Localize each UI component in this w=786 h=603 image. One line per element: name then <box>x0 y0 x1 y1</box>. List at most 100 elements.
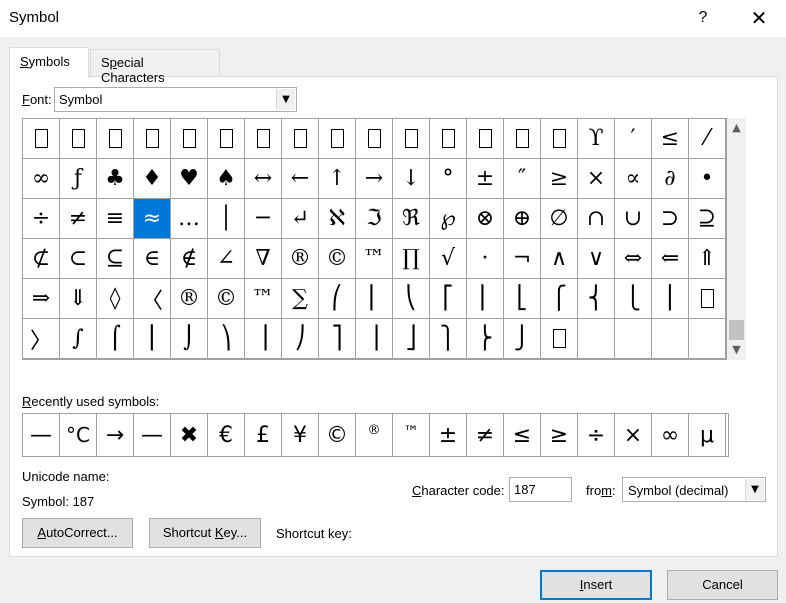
symbol-cell[interactable]: • <box>689 159 726 199</box>
tab-symbols[interactable]: Symbols <box>9 47 89 78</box>
symbol-cell[interactable]: ⎣ <box>504 279 541 319</box>
symbol-cell[interactable] <box>319 119 356 159</box>
tab-special-characters[interactable]: Special Characters <box>90 49 220 85</box>
symbol-cell[interactable] <box>541 319 578 359</box>
symbol-cell[interactable]: ≤ <box>652 119 689 159</box>
symbol-cell[interactable]: ℵ <box>319 199 356 239</box>
symbol-cell[interactable]: ϒ <box>578 119 615 159</box>
symbol-cell[interactable] <box>208 119 245 159</box>
symbol-cell[interactable]: ℜ <box>393 199 430 239</box>
symbol-cell[interactable]: ƒ <box>60 159 97 199</box>
symbol-cell[interactable]: ⊇ <box>689 199 726 239</box>
recent-symbol-cell[interactable]: ÷ <box>578 414 615 456</box>
symbol-cell[interactable]: ⎦ <box>393 319 430 359</box>
symbol-cell[interactable]: ↑ <box>319 159 356 199</box>
recent-symbol-cell[interactable]: × <box>615 414 652 456</box>
symbol-cell[interactable] <box>615 319 652 359</box>
symbol-cell[interactable] <box>60 119 97 159</box>
symbol-cell[interactable]: ⎩ <box>615 279 652 319</box>
recent-symbol-cell[interactable]: ∞ <box>652 414 689 456</box>
recent-symbol-cell[interactable]: μ <box>689 414 726 456</box>
symbol-cell[interactable]: ⊄ <box>23 239 60 279</box>
character-code-input[interactable]: 187 <box>509 477 572 502</box>
symbol-cell[interactable]: ℘ <box>430 199 467 239</box>
symbol-cell[interactable]: ¬ <box>504 239 541 279</box>
symbol-cell[interactable] <box>430 119 467 159</box>
symbol-cell[interactable]: ⊃ <box>652 199 689 239</box>
scroll-down-icon[interactable]: ▼ <box>727 342 746 358</box>
symbol-cell[interactable]: ≡ <box>97 199 134 239</box>
symbol-cell[interactable]: ⎜ <box>356 279 393 319</box>
symbol-cell[interactable] <box>467 119 504 159</box>
symbol-cell[interactable]: ↵ <box>282 199 319 239</box>
recent-symbol-cell[interactable]: °C <box>60 414 97 456</box>
symbol-cell[interactable]: © <box>208 279 245 319</box>
symbol-cell[interactable]: ± <box>467 159 504 199</box>
grid-scrollbar[interactable]: ▲ ▼ <box>727 118 746 360</box>
symbol-cell[interactable]: ∈ <box>134 239 171 279</box>
symbol-cell[interactable]: 〈 <box>134 279 171 319</box>
symbol-cell[interactable]: ⎪ <box>652 279 689 319</box>
symbol-cell[interactable]: ⎝ <box>393 279 430 319</box>
symbol-cell[interactable]: ™ <box>356 239 393 279</box>
symbol-cell[interactable]: ◊ <box>97 279 134 319</box>
symbol-cell[interactable]: ♥ <box>171 159 208 199</box>
symbol-cell[interactable]: ∝ <box>615 159 652 199</box>
symbol-cell[interactable]: ⎞ <box>208 319 245 359</box>
symbol-cell[interactable]: ♦ <box>134 159 171 199</box>
symbol-grid[interactable]: ϒ ′ ≤ ⁄ ∞ ƒ ♣ ♦ ♥ ♠ ↔ ← ↑ → ↓ ° ± ″ ≥ × ∝ ∂ • ÷ ≠ ≡ ≈ … │ ─ ↵ ℵ ℑ ℜ ℘ ⊗ ⊕ ∅ ∩ ∪… <box>22 118 727 360</box>
recent-symbol-cell[interactable]: © <box>319 414 356 456</box>
symbol-cell[interactable]: ∨ <box>578 239 615 279</box>
symbol-cell[interactable]: ⁄ <box>689 119 726 159</box>
symbol-cell[interactable]: ∞ <box>23 159 60 199</box>
cancel-button[interactable]: Cancel <box>667 570 778 600</box>
symbol-cell[interactable] <box>689 279 726 319</box>
insert-button[interactable]: Insert <box>540 570 652 600</box>
symbol-cell[interactable]: · <box>467 239 504 279</box>
symbol-cell[interactable]: ⎫ <box>430 319 467 359</box>
symbol-cell[interactable]: ≈ <box>134 199 171 239</box>
symbol-cell[interactable] <box>245 119 282 159</box>
autocorrect-button[interactable]: AutoCorrect... <box>22 518 133 548</box>
symbol-cell[interactable]: ″ <box>504 159 541 199</box>
recent-symbol-cell[interactable]: — <box>134 414 171 456</box>
symbol-cell[interactable] <box>393 119 430 159</box>
symbol-cell[interactable]: 〉 <box>23 319 60 359</box>
help-button[interactable]: ? <box>692 5 714 31</box>
symbol-cell[interactable]: ′ <box>615 119 652 159</box>
symbol-cell[interactable] <box>97 119 134 159</box>
symbol-cell[interactable]: ⎮ <box>134 319 171 359</box>
symbol-cell[interactable]: ⊂ <box>60 239 97 279</box>
symbol-cell[interactable]: ⇓ <box>60 279 97 319</box>
symbol-cell[interactable]: ⇒ <box>23 279 60 319</box>
symbol-cell[interactable]: ⇔ <box>615 239 652 279</box>
symbol-cell[interactable]: ⎨ <box>578 279 615 319</box>
symbol-cell[interactable]: ∏ <box>393 239 430 279</box>
symbol-cell[interactable]: ⎤ <box>319 319 356 359</box>
symbol-cell[interactable] <box>652 319 689 359</box>
symbol-cell[interactable]: ∩ <box>578 199 615 239</box>
symbol-cell[interactable]: ⎭ <box>504 319 541 359</box>
recent-symbol-cell[interactable]: ≠ <box>467 414 504 456</box>
symbol-cell[interactable]: © <box>319 239 356 279</box>
symbol-cell[interactable]: × <box>578 159 615 199</box>
symbol-cell[interactable]: ⎢ <box>467 279 504 319</box>
symbol-cell[interactable] <box>504 119 541 159</box>
scroll-thumb[interactable] <box>729 320 744 340</box>
symbol-cell[interactable]: ≠ <box>60 199 97 239</box>
symbol-cell[interactable]: ⎠ <box>282 319 319 359</box>
symbol-cell[interactable]: │ <box>208 199 245 239</box>
symbol-cell[interactable]: ° <box>430 159 467 199</box>
symbol-cell[interactable]: ∧ <box>541 239 578 279</box>
symbol-cell[interactable]: ⎛ <box>319 279 356 319</box>
symbol-cell[interactable]: ℑ <box>356 199 393 239</box>
symbol-cell[interactable]: ® <box>171 279 208 319</box>
recent-symbol-cell[interactable]: ® <box>356 414 393 456</box>
symbol-cell[interactable]: ↓ <box>393 159 430 199</box>
symbol-cell[interactable]: ⎥ <box>356 319 393 359</box>
shortcut-key-button[interactable]: Shortcut Key... <box>149 518 261 548</box>
symbol-cell[interactable]: ∠ <box>208 239 245 279</box>
chevron-down-icon[interactable]: ▼ <box>276 89 295 110</box>
symbol-cell[interactable]: ∪ <box>615 199 652 239</box>
symbol-cell[interactable]: ⎬ <box>467 319 504 359</box>
